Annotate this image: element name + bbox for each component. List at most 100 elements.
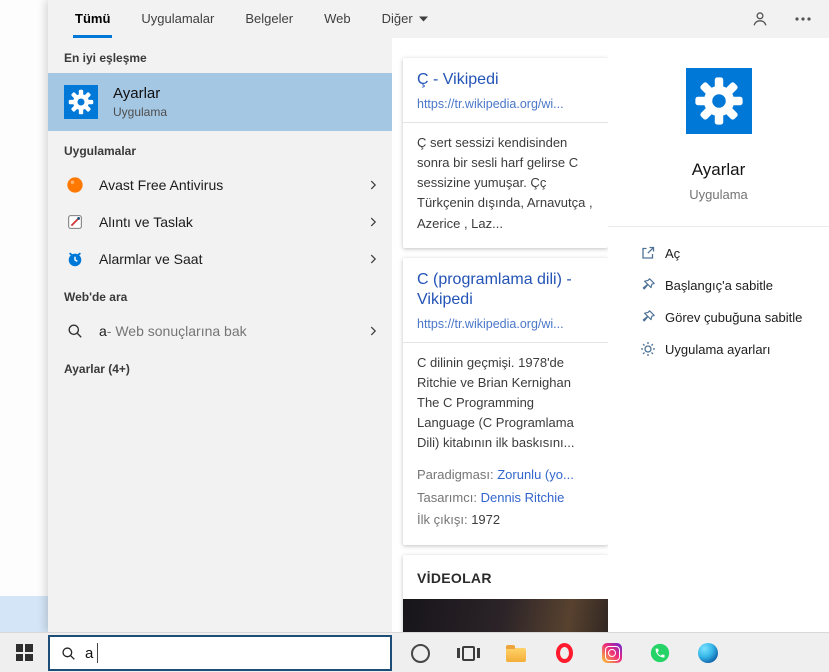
- chevron-right-icon[interactable]: [366, 252, 380, 266]
- pin-icon: [640, 309, 656, 325]
- taskbar-icons: [396, 633, 732, 672]
- opera-button[interactable]: [540, 633, 588, 672]
- opera-icon: [555, 643, 573, 663]
- list-item-label: Alarmlar ve Saat: [99, 250, 203, 267]
- action-label: Aç: [665, 245, 681, 261]
- web-search-header: Web'de ara: [64, 290, 128, 304]
- gear-icon: [692, 74, 746, 128]
- best-match-row[interactable]: Ayarlar Uygulama: [48, 73, 392, 131]
- result-metadata: Paradigması: Zorunlu (yo... Tasarımcı: D…: [417, 464, 594, 530]
- tab-belgeler[interactable]: Belgeler: [243, 0, 295, 38]
- search-input[interactable]: [85, 644, 390, 662]
- preview-panel: Ayarlar Uygulama Aç Başlangıç'a sabitle …: [608, 38, 829, 632]
- best-match-header: En iyi eşleşme: [64, 51, 147, 65]
- instagram-icon: [602, 643, 622, 663]
- snip-sketch-icon: [64, 213, 86, 231]
- search-icon: [61, 646, 76, 661]
- cortana-icon: [410, 643, 430, 663]
- chevron-right-icon[interactable]: [366, 324, 380, 338]
- list-item-label: Avast Free Antivirus: [99, 176, 224, 193]
- meta-row: Paradigması: Zorunlu (yo...: [417, 464, 594, 486]
- start-button[interactable]: [0, 633, 48, 672]
- pin-icon: [640, 277, 656, 293]
- whatsapp-icon: [650, 643, 670, 663]
- preview-divider: [608, 226, 829, 227]
- text-caret: [97, 643, 98, 663]
- web-search-row[interactable]: a - Web sonuçlarına bak: [48, 312, 392, 349]
- result-link-title[interactable]: C (programlama dili) - Vikipedi: [417, 270, 594, 310]
- taskbar: [0, 632, 829, 672]
- instagram-button[interactable]: [588, 633, 636, 672]
- taskbar-search[interactable]: [48, 635, 392, 671]
- tab-label: Diğer: [381, 11, 413, 26]
- meta-key: Paradigması:: [417, 467, 494, 483]
- windows-logo-icon: [15, 644, 33, 661]
- cortana-button[interactable]: [396, 633, 444, 672]
- tab-diger[interactable]: Diğer: [380, 0, 430, 38]
- web-search-query: a: [99, 322, 107, 339]
- web-search-suffix: - Web sonuçlarına bak: [106, 322, 247, 339]
- result-card-videos: VİDEOLAR: [403, 554, 608, 632]
- settings-group-header: Ayarlar (4+): [64, 362, 130, 376]
- search-icon: [64, 323, 86, 339]
- video-thumbnail[interactable]: [403, 598, 608, 632]
- task-view-button[interactable]: [444, 633, 492, 672]
- desktop-window-fragment: [0, 596, 48, 632]
- result-link-url[interactable]: https://tr.wikipedia.org/wi...: [417, 317, 594, 331]
- action-label: Görev çubuğuna sabitle: [665, 309, 803, 325]
- chevron-right-icon[interactable]: [366, 215, 380, 229]
- meta-key: Tasarımcı:: [417, 489, 477, 505]
- result-snippet: C dilinin geçmişi. 1978'de Ritchie ve Br…: [417, 354, 575, 451]
- file-explorer-icon: [506, 644, 526, 662]
- tab-web[interactable]: Web: [322, 0, 353, 38]
- tab-tumu[interactable]: Tümü: [73, 0, 113, 38]
- result-link-title[interactable]: Ç - Vikipedi: [417, 70, 594, 90]
- action-label: Uygulama ayarları: [665, 341, 771, 357]
- best-match-text: Ayarlar Uygulama: [113, 85, 167, 119]
- chevron-right-icon[interactable]: [366, 178, 380, 192]
- list-item-alarms-clock[interactable]: Alarmlar ve Saat: [48, 240, 392, 277]
- action-pin-start[interactable]: Başlangıç'a sabitle: [608, 269, 829, 301]
- settings-tile: [64, 85, 98, 119]
- open-icon: [642, 246, 655, 259]
- avast-icon: [64, 176, 86, 194]
- tab-bar-actions: [751, 0, 811, 38]
- desktop: [0, 0, 48, 632]
- preview-subtitle: Uygulama: [689, 187, 748, 202]
- card-divider: [403, 122, 608, 123]
- result-card-2: C (programlama dili) - Vikipedi https://…: [403, 257, 608, 545]
- meta-row: Tasarımcı: Dennis Ritchie: [417, 487, 594, 509]
- card-divider: [403, 341, 608, 343]
- edge-icon: [698, 643, 718, 663]
- meta-value-link[interactable]: Zorunlu (yo...: [497, 467, 574, 482]
- file-explorer-button[interactable]: [492, 633, 540, 672]
- tab-label: Web: [324, 11, 351, 26]
- preview-title: Ayarlar: [691, 160, 746, 179]
- gear-outline-icon: [641, 342, 655, 356]
- videos-header: VİDEOLAR: [417, 569, 492, 586]
- meta-row: İlk çıkışı: 1972: [417, 509, 594, 531]
- tab-label: Tümü: [75, 11, 111, 26]
- action-open[interactable]: Aç: [608, 237, 829, 269]
- tab-uygulamalar[interactable]: Uygulamalar: [139, 0, 216, 38]
- more-options-icon[interactable]: [795, 17, 811, 21]
- settings-tile-large: [685, 68, 752, 134]
- search-flyout: Tümü Uygulamalar Belgeler Web Diğer En i…: [48, 0, 829, 632]
- web-result-cards: Ç - Vikipedi https://tr.wikipedia.org/wi…: [403, 38, 608, 632]
- meta-value-link[interactable]: Dennis Ritchie: [481, 490, 565, 505]
- action-app-settings[interactable]: Uygulama ayarları: [608, 333, 829, 365]
- list-item-snip-sketch[interactable]: Alıntı ve Taslak: [48, 203, 392, 240]
- alarm-clock-icon: [64, 250, 86, 268]
- list-item-avast[interactable]: Avast Free Antivirus: [48, 166, 392, 203]
- list-item-label: Alıntı ve Taslak: [99, 213, 193, 230]
- result-card-1: Ç - Vikipedi https://tr.wikipedia.org/wi…: [403, 58, 608, 248]
- user-icon[interactable]: [751, 10, 769, 28]
- edge-button[interactable]: [684, 633, 732, 672]
- whatsapp-button[interactable]: [636, 633, 684, 672]
- best-match-title: Ayarlar: [113, 85, 161, 102]
- chevron-down-icon: [418, 16, 428, 21]
- result-link-url[interactable]: https://tr.wikipedia.org/wi...: [417, 97, 594, 111]
- task-view-icon: [456, 645, 480, 661]
- action-pin-taskbar[interactable]: Görev çubuğuna sabitle: [608, 301, 829, 333]
- tab-label: Uygulamalar: [141, 11, 215, 26]
